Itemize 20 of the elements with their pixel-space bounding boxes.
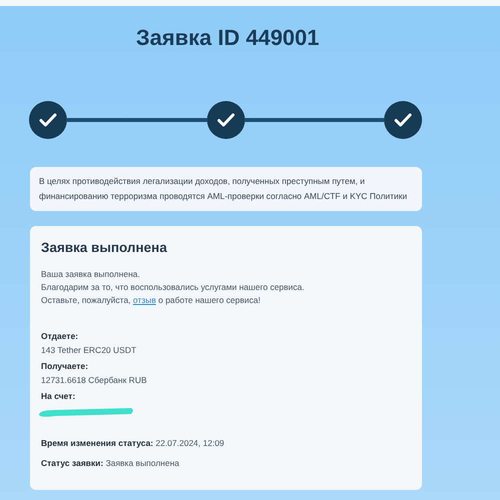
check-icon <box>394 113 412 127</box>
review-link[interactable]: отзыв <box>133 294 156 307</box>
message-text: Оставьте, пожалуйста, <box>41 294 132 307</box>
message-text: Благодарим за то, что воспользовались услугами нашего сервиса. <box>41 281 306 294</box>
status-label: Время изменения статуса: <box>41 437 154 450</box>
field-label: Отдаете: <box>41 330 80 343</box>
message-text: о работе нашего сервиса! <box>157 294 260 307</box>
check-icon <box>216 113 234 127</box>
status-value: 22.07.2024, 12:09 <box>154 437 224 450</box>
status-value: Заявка выполнена <box>104 456 180 470</box>
field-label: На счет: <box>41 390 76 403</box>
card-heading: Заявка выполнена <box>41 239 168 257</box>
message-text: Ваша заявка выполнена. <box>41 268 141 281</box>
field-value: 12731.6618 Сбербанк RUB <box>41 374 148 387</box>
check-icon <box>39 113 57 127</box>
status-label: Статус заявки: <box>41 456 104 470</box>
field-label: Получаете: <box>41 360 90 373</box>
page-title: Заявка ID 449001 <box>136 24 320 52</box>
notice-text: В целях противодействия легализации доходов, полученных преступным путем, и финансированию терроризма проводятся AML-проверки согласно AML/CTF и KYC Политики <box>39 175 408 203</box>
field-value: 143 Tether ERC20 USDT <box>41 344 138 357</box>
